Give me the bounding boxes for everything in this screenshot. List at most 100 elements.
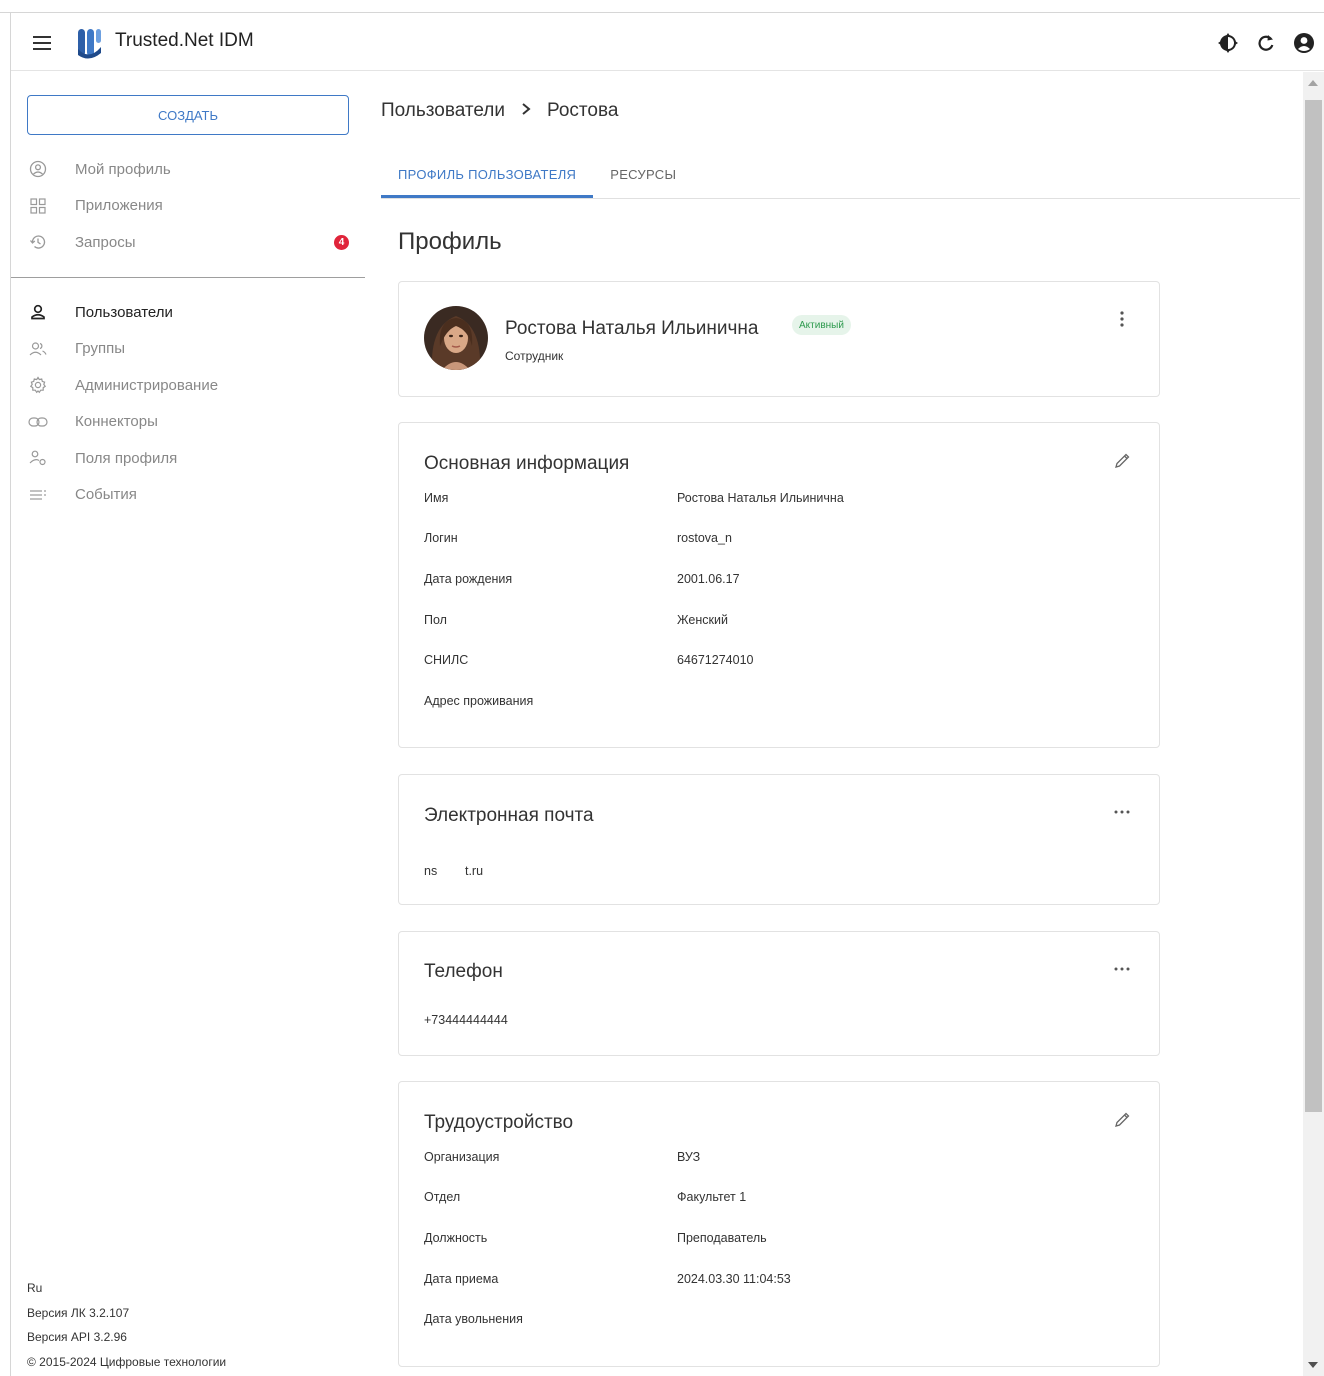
user-full-name: Ростова Наталья Ильинична — [505, 318, 759, 339]
sidebar-item-administration[interactable]: Администрирование — [27, 367, 357, 404]
field-row: Дата приема 2024.03.30 11:04:53 — [424, 1272, 1124, 1292]
field-label: Отдел — [424, 1190, 461, 1204]
field-row: СНИЛС 64671274010 — [424, 653, 1124, 673]
phone-value: +73444444444 — [424, 1013, 508, 1027]
edit-pencil-icon[interactable] — [1111, 1109, 1133, 1131]
email-card: Электронная почта ns t.ru — [398, 774, 1160, 905]
copyright: © 2015-2024 Цифровые технологии — [27, 1354, 227, 1369]
account-icon[interactable] — [1292, 31, 1316, 55]
field-row: Организация ВУЗ — [424, 1150, 1124, 1170]
user-circle-icon — [27, 158, 49, 180]
sidebar-item-my-profile[interactable]: Мой профиль — [27, 151, 357, 188]
link-icon — [27, 411, 49, 433]
hamburger-menu-icon[interactable] — [33, 36, 51, 50]
more-horizontal-icon[interactable] — [1111, 801, 1133, 823]
avatar — [424, 306, 488, 370]
section-title: Профиль — [398, 228, 502, 255]
email-value: ns t.ru — [424, 864, 484, 878]
app-title: Trusted.Net IDM — [115, 30, 254, 51]
card-title: Трудоустройство — [424, 1112, 574, 1133]
sidebar-item-apps[interactable]: Приложения — [27, 188, 357, 225]
field-value: Факультет 1 — [677, 1190, 747, 1204]
gear-icon — [27, 374, 49, 396]
sidebar-footer: Ru Версия ЛК 3.2.107 Версия API 3.2.96 ©… — [27, 1276, 226, 1374]
card-title: Электронная почта — [424, 805, 594, 826]
page-scrollbar[interactable] — [1303, 72, 1324, 1376]
basic-info-card: Основная информация Имя Ростова Наталья И… — [398, 422, 1160, 748]
breadcrumb-current: Ростова — [547, 100, 619, 121]
tab-user-profile[interactable]: ПРОФИЛЬ ПОЛЬЗОВАТЕЛЯ — [381, 150, 594, 198]
chevron-right-icon — [521, 102, 531, 120]
more-vertical-icon[interactable] — [1111, 308, 1133, 330]
field-label: Адрес проживания — [424, 694, 534, 708]
scroll-up-arrow-icon[interactable] — [1308, 80, 1318, 86]
sidebar-item-requests[interactable]: Запросы 4 — [27, 224, 357, 261]
field-row: Логин rostova_n — [424, 531, 1124, 551]
nav-admin: Пользователи Группы Администрирование Ко… — [27, 294, 357, 513]
field-value: rostova_n — [677, 531, 732, 545]
breadcrumb-parent[interactable]: Пользователи — [381, 100, 505, 122]
version-lk: Версия ЛК 3.2.107 — [27, 1305, 130, 1320]
field-value: Преподаватель — [677, 1231, 767, 1245]
field-row: Дата рождения 2001.06.17 — [424, 572, 1124, 592]
sidebar-item-profile-fields[interactable]: Поля профиля — [27, 440, 357, 477]
history-icon — [27, 231, 49, 253]
sidebar-item-label: Группы — [75, 340, 125, 358]
requests-count-badge: 4 — [334, 235, 349, 250]
refresh-icon[interactable] — [1254, 31, 1278, 55]
field-row: Имя Ростова Наталья Ильинична — [424, 491, 1124, 511]
field-value: ВУЗ — [677, 1150, 701, 1164]
sidebar-divider — [11, 277, 365, 278]
field-label: Организация — [424, 1150, 500, 1164]
field-value: Женский — [677, 613, 728, 627]
field-label: Дата приема — [424, 1272, 499, 1286]
field-label: Дата увольнения — [424, 1312, 523, 1326]
top-actions — [1216, 30, 1324, 56]
sidebar-item-groups[interactable]: Группы — [27, 331, 357, 368]
status-badge: Активный — [792, 315, 851, 335]
sidebar-item-connectors[interactable]: Коннекторы — [27, 404, 357, 441]
tab-resources[interactable]: РЕСУРСЫ — [593, 150, 693, 198]
version-api: Версия API 3.2.96 — [27, 1330, 127, 1344]
theme-toggle-icon[interactable] — [1216, 31, 1240, 55]
language-switch[interactable]: Ru — [27, 1276, 226, 1301]
create-button[interactable]: СОЗДАТЬ — [27, 95, 349, 135]
field-label: СНИЛС — [424, 653, 469, 667]
breadcrumb: Пользователи Ростова — [381, 100, 618, 122]
field-value: 64671274010 — [677, 653, 754, 667]
more-horizontal-icon[interactable] — [1111, 958, 1133, 980]
field-label: Пол — [424, 613, 447, 627]
apps-grid-icon — [27, 195, 49, 217]
field-value: 2001.06.17 — [677, 572, 740, 586]
card-title: Телефон — [424, 961, 503, 982]
app-bar: Trusted.Net IDM — [11, 13, 1324, 71]
scroll-down-arrow-icon[interactable] — [1308, 1362, 1318, 1368]
sidebar-item-label: Запросы — [75, 233, 136, 251]
nav-main: Мой профиль Приложения Запросы 4 — [27, 151, 357, 261]
person-icon — [27, 301, 49, 323]
sidebar-item-label: События — [75, 486, 137, 504]
profile-fields-icon — [27, 447, 49, 469]
employment-card: Трудоустройство Организация ВУЗ Отдел Факу… — [398, 1081, 1160, 1367]
user-role: Сотрудник — [505, 349, 564, 363]
field-row: Отдел Факультет 1 — [424, 1190, 1124, 1210]
scrollbar-thumb[interactable] — [1305, 100, 1322, 1112]
sidebar-item-label: Пользователи — [75, 303, 173, 321]
field-row: Пол Женский — [424, 613, 1124, 633]
sidebar-item-label: Приложения — [75, 197, 163, 215]
field-value: Ростова Наталья Ильинична — [677, 491, 844, 505]
edit-pencil-icon[interactable] — [1111, 450, 1133, 472]
field-label: Дата рождения — [424, 572, 513, 586]
sidebar-item-events[interactable]: События — [27, 477, 357, 514]
field-row: Адрес проживания — [424, 694, 1124, 714]
app-logo-icon — [75, 27, 103, 59]
tabs: ПРОФИЛЬ ПОЛЬЗОВАТЕЛЯ РЕСУРСЫ — [381, 150, 1300, 199]
sidebar-item-label: Администрирование — [75, 376, 219, 394]
field-label: Имя — [424, 491, 449, 505]
sidebar-item-label: Мой профиль — [75, 160, 171, 178]
field-row: Должность Преподаватель — [424, 1231, 1124, 1251]
sidebar-item-label: Коннекторы — [75, 413, 158, 431]
sidebar-item-users[interactable]: Пользователи — [27, 294, 357, 331]
field-label: Должность — [424, 1231, 488, 1245]
sidebar: СОЗДАТЬ Мой профиль Приложения Запросы 4 — [11, 72, 365, 1376]
